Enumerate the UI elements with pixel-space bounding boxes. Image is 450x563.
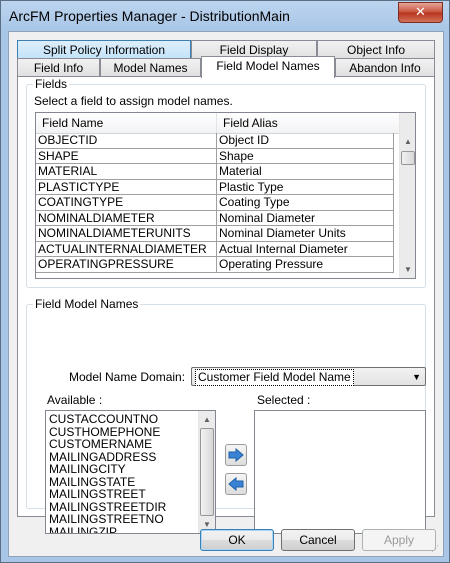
tab-label: Model Names [113, 61, 188, 75]
selected-listbox[interactable] [254, 410, 426, 534]
scrollbar-thumb[interactable] [401, 151, 415, 165]
table-row[interactable]: OBJECTID Object ID [36, 133, 394, 149]
scroll-down-arrow-icon[interactable]: ▼ [400, 261, 415, 278]
field-alias-cell: Actual Internal Diameter [217, 241, 394, 257]
field-model-names-group-label: Field Model Names [33, 297, 141, 311]
ok-button[interactable]: OK [200, 529, 274, 551]
field-alias-cell: Nominal Diameter [217, 210, 394, 226]
selected-label: Selected : [257, 393, 311, 407]
fields-grid-scrollbar[interactable]: ▲ ▼ [399, 113, 415, 278]
field-name-cell: SHAPE [36, 148, 217, 164]
model-name-domain-label: Model Name Domain: [69, 370, 186, 384]
field-name-cell: PLASTICTYPE [36, 179, 217, 195]
field-alias-cell: Object ID [217, 133, 394, 149]
remove-model-name-button[interactable] [225, 473, 247, 495]
table-row[interactable]: PLASTICTYPE Plastic Type [36, 179, 394, 195]
dialog-client-area: Split Policy Information Field Display O… [8, 31, 444, 557]
table-row[interactable]: COATINGTYPE Coating Type [36, 195, 394, 211]
fields-groupbox: Fields Select a field to assign model na… [26, 77, 426, 288]
model-name-domain-select[interactable]: Customer Field Model Name ▼ [191, 367, 426, 386]
table-row[interactable]: ACTUALINTERNALDIAMETER Actual Internal Di… [36, 241, 394, 257]
field-alias-cell: Operating Pressure [217, 257, 394, 273]
field-alias-cell: Plastic Type [217, 179, 394, 195]
fields-grid-body: OBJECTID Object ID SHAPE Shape MATERIAL Mater… [36, 133, 400, 278]
scrollbar-thumb[interactable] [200, 428, 214, 516]
field-alias-cell: Material [217, 164, 394, 180]
tab-label: Field Display [219, 43, 289, 57]
field-name-cell: OPERATINGPRESSURE [36, 257, 217, 273]
fields-grid-header: Field Name Field Alias [36, 113, 415, 134]
arrow-right-icon [228, 447, 244, 463]
model-name-domain-value: Customer Field Model Name [195, 369, 354, 386]
arrow-left-icon [228, 476, 244, 492]
available-scrollbar[interactable]: ▲ ▼ [198, 411, 215, 533]
column-header-field-name[interactable]: Field Name [36, 113, 217, 133]
available-label: Available : [47, 393, 103, 407]
table-row[interactable]: SHAPE Shape [36, 148, 394, 164]
tab-model-names[interactable]: Model Names [100, 58, 201, 76]
tab-label: Abandon Info [349, 61, 421, 75]
fields-instruction: Select a field to assign model names. [34, 94, 233, 108]
scroll-up-arrow-icon[interactable]: ▲ [199, 411, 215, 428]
field-name-cell: COATINGTYPE [36, 195, 217, 211]
fields-group-label: Fields [33, 77, 70, 91]
resize-grip-icon[interactable]: ⋰ [431, 544, 441, 554]
title-bar[interactable]: ArcFM Properties Manager - DistributionM… [1, 1, 449, 31]
field-name-cell: OBJECTID [36, 133, 217, 149]
close-button[interactable]: ✕ [398, 2, 443, 23]
table-row[interactable]: MATERIAL Material [36, 164, 394, 180]
table-row[interactable]: OPERATINGPRESSURE Operating Pressure [36, 257, 394, 273]
properties-dialog: ArcFM Properties Manager - DistributionM… [0, 0, 450, 563]
tab-field-model-names[interactable]: Field Model Names [201, 56, 335, 78]
tab-split-policy-information[interactable]: Split Policy Information [17, 40, 191, 58]
field-alias-cell: Shape [217, 148, 394, 164]
tab-label: Object Info [346, 43, 406, 57]
table-row[interactable]: NOMINALDIAMETER Nominal Diameter [36, 210, 394, 226]
list-item[interactable]: MAILINGCITY [49, 463, 126, 476]
chevron-down-icon: ▼ [412, 372, 421, 382]
available-list-items: CUSTACCOUNTNO CUSTHOMEPHONE CUSTOMERNAME MA… [46, 413, 198, 533]
list-item[interactable]: MAILINGSTREETNO [49, 513, 164, 526]
apply-button[interactable]: Apply [362, 529, 436, 551]
field-name-cell: MATERIAL [36, 164, 217, 180]
scroll-up-arrow-icon[interactable]: ▲ [400, 133, 415, 150]
list-item[interactable]: MAILINGZIP [49, 525, 117, 533]
window-title: ArcFM Properties Manager - DistributionM… [9, 8, 290, 24]
tab-field-info[interactable]: Field Info [17, 58, 100, 76]
column-header-field-alias[interactable]: Field Alias [217, 113, 400, 133]
field-name-cell: ACTUALINTERNALDIAMETER [36, 241, 217, 257]
field-name-cell: NOMINALDIAMETER [36, 210, 217, 226]
tab-label: Field Model Names [216, 59, 320, 73]
list-item[interactable]: CUSTOMERNAME [49, 438, 152, 451]
field-alias-cell: Coating Type [217, 195, 394, 211]
available-listbox[interactable]: CUSTACCOUNTNO CUSTHOMEPHONE CUSTOMERNAME MA… [45, 410, 216, 534]
tab-label: Split Policy Information [42, 43, 166, 57]
cancel-button[interactable]: Cancel [281, 529, 355, 551]
field-alias-cell: Nominal Diameter Units [217, 226, 394, 242]
close-icon: ✕ [415, 4, 426, 19]
tab-label: Field Info [33, 61, 84, 75]
field-name-cell: NOMINALDIAMETERUNITS [36, 226, 217, 242]
tab-panel-field-model-names: Fields Select a field to assign model na… [17, 76, 435, 534]
tab-abandon-info[interactable]: Abandon Info [335, 58, 435, 76]
list-item[interactable]: MAILINGSTREET [49, 488, 146, 501]
fields-grid: Field Name Field Alias OBJECTID Object ID… [35, 112, 416, 279]
table-row[interactable]: NOMINALDIAMETERUNITS Nominal Diameter Uni… [36, 226, 394, 242]
add-model-name-button[interactable] [225, 444, 247, 466]
list-item[interactable]: CUSTACCOUNTNO [49, 413, 158, 426]
